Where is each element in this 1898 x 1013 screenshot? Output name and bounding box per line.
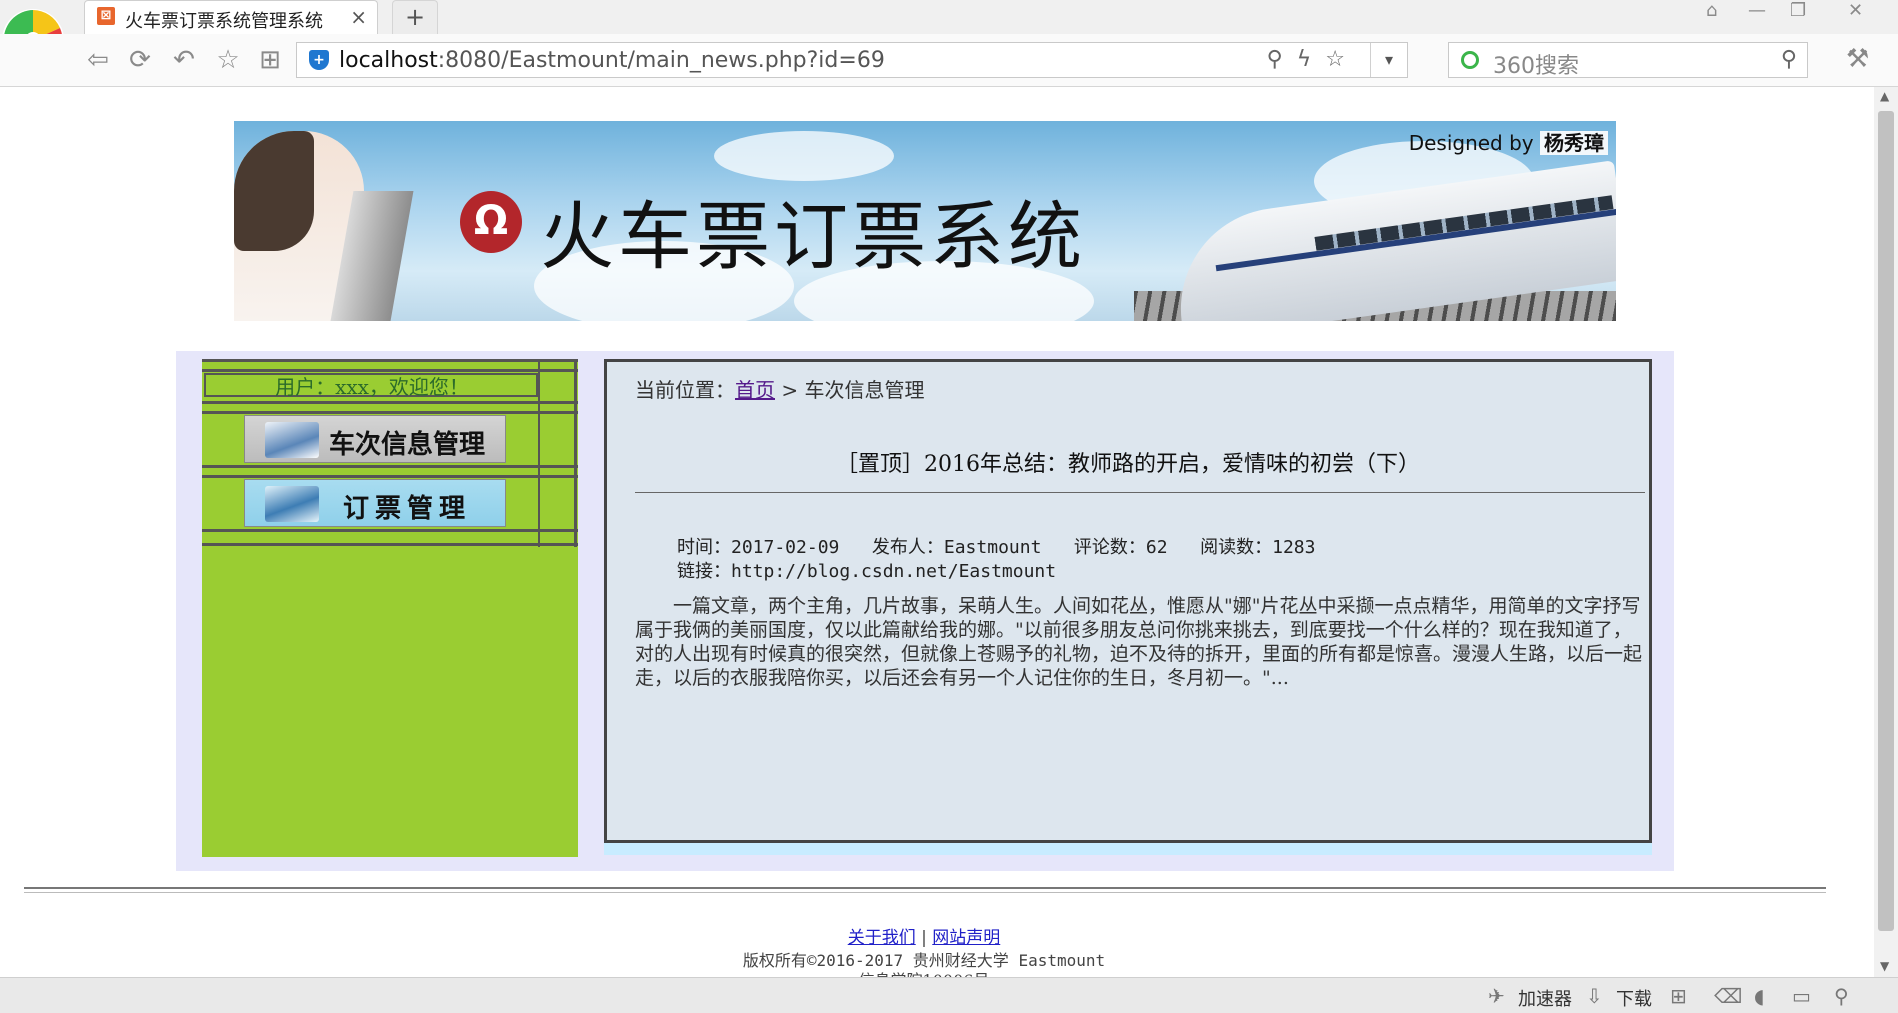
trash-icon[interactable]: ⌫ [1714, 984, 1742, 1008]
computer-icon [265, 486, 319, 522]
breadcrumb-separator: > [781, 378, 799, 402]
sidebar-item-train-info[interactable]: 车次信息管理 [244, 415, 506, 463]
sidebar-item-label: 订票管理 [343, 494, 472, 524]
sidebar-border [202, 359, 578, 362]
address-action-icons[interactable]: ⚲ϟ☆ [1267, 47, 1359, 72]
sound-icon[interactable]: ◖ [1754, 984, 1765, 1008]
zoom-icon[interactable]: ⚲ [1834, 984, 1849, 1008]
meta-line-2: 链接：http://blog.csdn.net/Eastmount [677, 561, 1057, 582]
scroll-down-icon[interactable]: ▼ [1880, 959, 1889, 973]
sidebar-border [202, 543, 578, 546]
railway-logo-icon: Ω [460, 191, 522, 253]
browser-toolbar: ⇦ ⟳ ↶ ☆ ⊞ + localhost:8080/Eastmount/mai… [0, 34, 1898, 87]
download-icon: ⇩ [1586, 984, 1603, 1008]
search-icon[interactable]: ⚲ [1781, 47, 1797, 72]
address-dropdown-icon[interactable]: ▾ [1370, 43, 1407, 77]
restore-icon[interactable]: ❐ [1790, 0, 1806, 21]
url-host: localhost [339, 48, 438, 73]
search-placeholder: 360搜索 [1493, 54, 1579, 79]
shield-icon: + [309, 50, 329, 70]
vertical-scrollbar[interactable]: ▲ ▼ [1874, 87, 1898, 977]
xampp-favicon-icon: ⊠ [97, 7, 115, 25]
scroll-up-icon[interactable]: ▲ [1880, 89, 1889, 103]
tools-icon[interactable]: ⚒ [1846, 44, 1869, 74]
title-divider [635, 492, 1645, 493]
url-path: :8080/Eastmount/main_news.php?id=69 [437, 48, 885, 73]
designed-by-label: Designed by [1408, 131, 1534, 155]
search-box[interactable]: 360搜索 ⚲ [1448, 42, 1808, 79]
sidebar-border [202, 411, 578, 414]
sidebar-border [202, 475, 578, 478]
url-text[interactable]: localhost:8080/Eastmount/main_news.php?i… [339, 48, 885, 73]
sidebar: 用户：xxx，欢迎您！ 车次信息管理 订票管理 [202, 359, 578, 857]
browser-tabstrip: ⊠ 火车票订票系统管理系统 × + ⌂ — ❐ ✕ [0, 0, 1898, 34]
360-search-logo-icon [1461, 51, 1479, 69]
apps-icon[interactable]: ⊞ [254, 44, 286, 76]
sidebar-item-label: 车次信息管理 [329, 430, 486, 460]
banner-cloud [714, 131, 894, 181]
skin-icon[interactable]: ⌂ [1706, 0, 1717, 21]
page-viewport: Ω 火车票订票系统 Designed by 杨秀璋 用户：xxx，欢迎您！ 车次… [0, 87, 1874, 977]
designer-name: 杨秀璋 [1540, 131, 1608, 155]
sidebar-divider [538, 359, 540, 547]
about-us-link[interactable]: 关于我们 [848, 928, 916, 948]
sidebar-border [202, 465, 578, 468]
scroll-thumb[interactable] [1878, 111, 1894, 931]
breadcrumb: 当前位置：首页 > 车次信息管理 [635, 374, 924, 403]
accelerator-button[interactable]: 加速器 [1518, 985, 1572, 1011]
screen-icon[interactable]: ▭ [1792, 984, 1811, 1008]
operator-hair [234, 131, 314, 251]
content-area: 用户：xxx，欢迎您！ 车次信息管理 订票管理 当前位置：首页 > 车次信息管理… [176, 351, 1674, 871]
breadcrumb-prefix: 当前位置： [635, 378, 735, 402]
tab-close-icon[interactable]: × [350, 5, 367, 29]
back-icon[interactable]: ⇦ [82, 44, 114, 76]
sidebar-item-ticket-booking[interactable]: 订票管理 [244, 479, 506, 527]
breadcrumb-current: 车次信息管理 [804, 378, 925, 402]
footer-divider [24, 887, 1826, 893]
refresh-icon[interactable]: ⟳ [124, 44, 156, 76]
train-icon [265, 422, 319, 458]
footer-separator: | [921, 928, 927, 948]
article-meta: 时间：2017-02-09 发布人：Eastmount 评论数：62 阅读数：1… [677, 536, 1315, 584]
article-excerpt: 一篇文章，两个主角，几片故事，呆萌人生。人间如花丛，惟愿从"娜"片花丛中采撷一点… [635, 595, 1643, 689]
site-statement-link[interactable]: 网站声明 [932, 928, 1000, 948]
address-bar[interactable]: + localhost:8080/Eastmount/main_news.php… [296, 42, 1408, 78]
designed-by: Designed by 杨秀璋 [1409, 127, 1608, 156]
sidebar-divider [574, 359, 577, 547]
minimize-icon[interactable]: — [1748, 0, 1766, 21]
browser-tab[interactable]: ⊠ 火车票订票系统管理系统 × [84, 0, 378, 34]
new-tab-button[interactable]: + [392, 0, 438, 34]
download-button[interactable]: 下载 [1616, 985, 1652, 1011]
breadcrumb-home-link[interactable]: 首页 [735, 378, 775, 402]
sidebar-border [202, 529, 578, 532]
panel-bottom-strip [604, 843, 1652, 855]
close-window-icon[interactable]: ✕ [1848, 0, 1863, 21]
tab-title: 火车票订票系统管理系统 [125, 11, 323, 32]
banner-title: 火车票订票系统 [540, 194, 1086, 280]
footer-address: 信息学院10006号 [0, 967, 1848, 977]
add-window-icon[interactable]: ⊞ [1670, 984, 1687, 1008]
site-banner: Ω 火车票订票系统 Designed by 杨秀璋 [234, 121, 1616, 321]
sidebar-border [202, 401, 578, 404]
welcome-text: 用户：xxx，欢迎您！ [275, 375, 469, 399]
status-bar: ✈ 加速器 ⇩ 下载 ⊞ ⌫ ◖ ▭ ⚲ [0, 977, 1898, 1013]
article-title: ［置顶］2016年总结：教师路的开启，爱情味的初尝（下） [836, 452, 1420, 477]
meta-line-1: 时间：2017-02-09 发布人：Eastmount 评论数：62 阅读数：1… [677, 537, 1316, 558]
rocket-icon: ✈ [1488, 984, 1505, 1008]
footer-links: 关于我们 | 网站声明 [0, 923, 1848, 948]
undo-close-icon[interactable]: ↶ [168, 44, 200, 76]
news-panel: 当前位置：首页 > 车次信息管理 ［置顶］2016年总结：教师路的开启，爱情味的… [604, 359, 1652, 843]
favorite-icon[interactable]: ☆ [212, 44, 244, 76]
